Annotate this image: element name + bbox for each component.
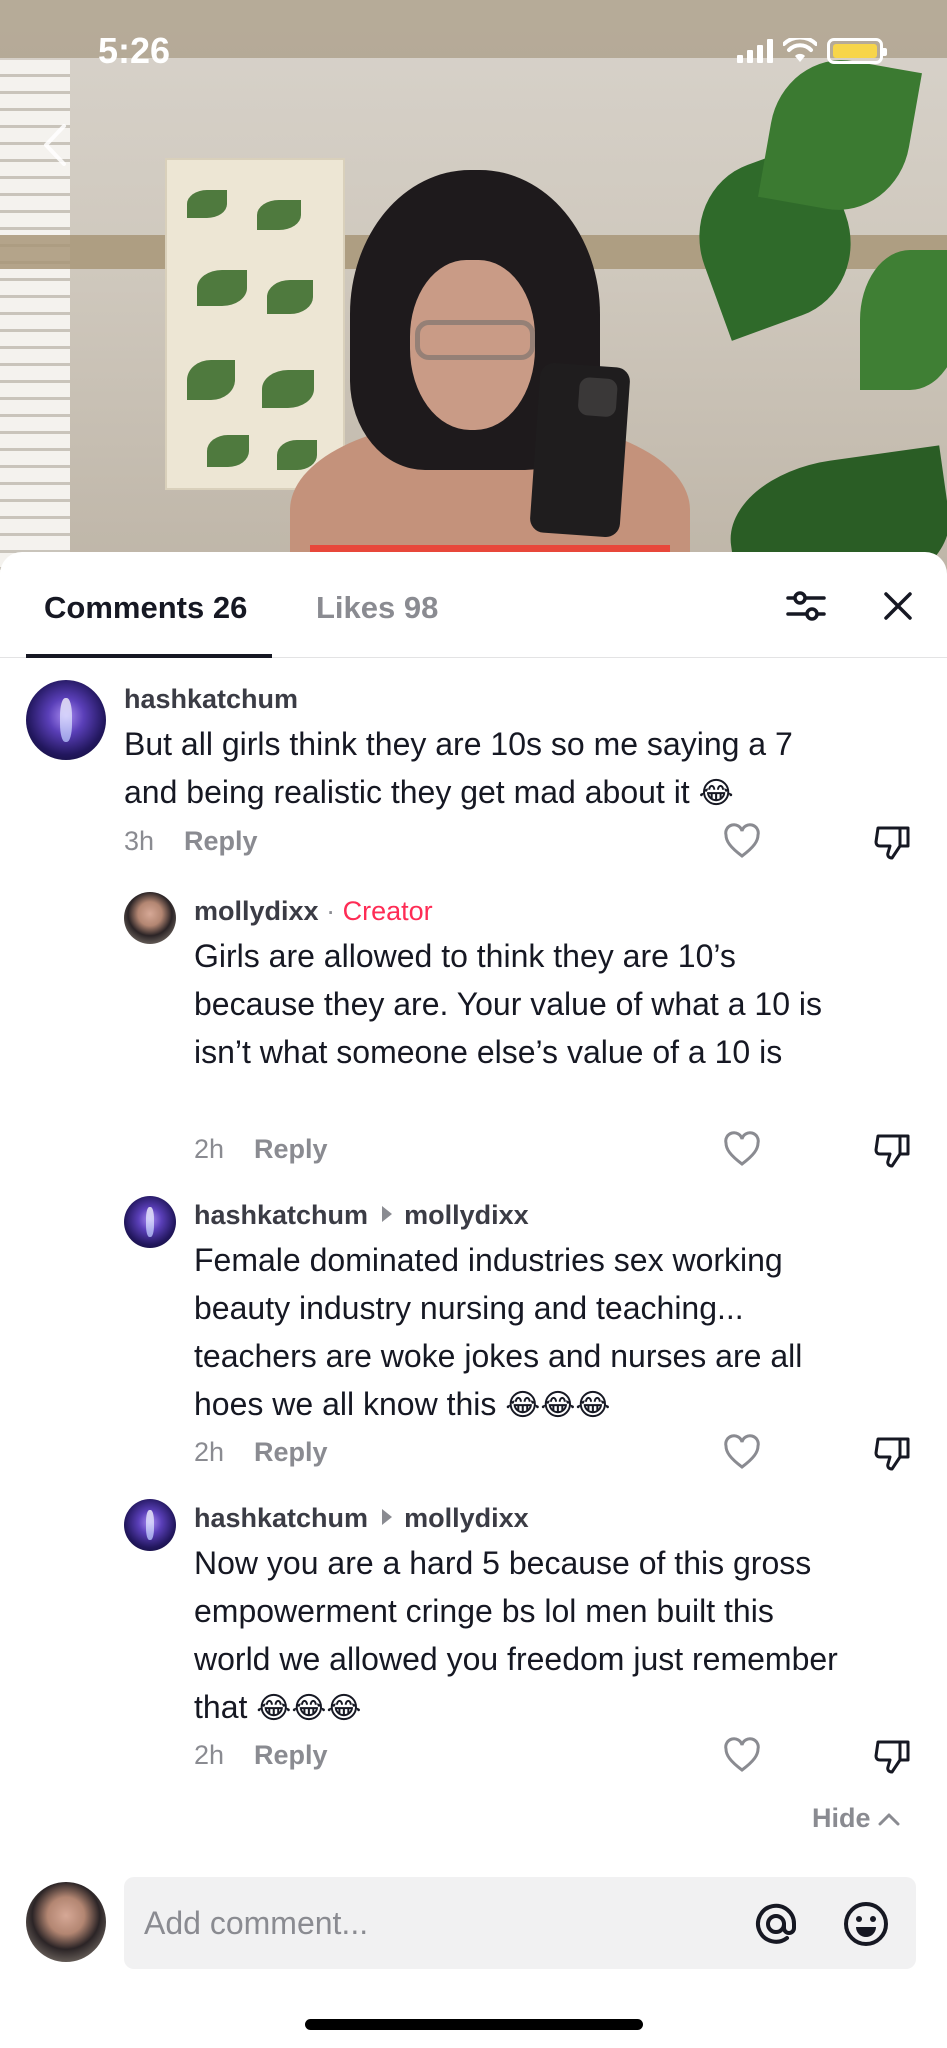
tab-likes-count: 98: [403, 590, 439, 625]
chevron-up-icon: [878, 1813, 900, 1825]
close-icon[interactable]: [874, 582, 922, 630]
tab-likes[interactable]: Likes 98: [316, 590, 438, 626]
reply-button[interactable]: Reply: [254, 1437, 328, 1467]
comment-input-placeholder: Add comment...: [144, 1905, 369, 1941]
reply-button[interactable]: Reply: [184, 826, 258, 856]
at-icon[interactable]: [751, 1899, 801, 1949]
tab-comments-label: Comments: [44, 590, 205, 625]
reply-emoji: 😂😂😂: [256, 1692, 362, 1725]
reply-text: Now you are a hard 5 because of this gro…: [194, 1539, 854, 1733]
video-preview[interactable]: 5:26: [0, 0, 947, 600]
comment-input[interactable]: Add comment...: [124, 1877, 916, 1969]
reply-username-text: mollydixx: [194, 896, 319, 926]
reply-text: Girls are allowed to think they are 10’s…: [194, 938, 822, 1070]
battery-icon: [827, 38, 887, 64]
reply-time: 2h: [194, 1134, 225, 1164]
reply-username[interactable]: hashkatchum mollydixx: [194, 1503, 529, 1534]
dislike-icon[interactable]: [872, 1433, 912, 1473]
comment-text: But all girls think they are 10s so me s…: [124, 720, 844, 818]
reply-button[interactable]: Reply: [254, 1740, 328, 1770]
comment-time: 3h: [124, 826, 155, 856]
reply-arrow-icon: [382, 1206, 393, 1222]
tab-bar: Comments 26 Likes 98: [0, 552, 947, 658]
creator-badge: Creator: [342, 896, 433, 926]
back-icon[interactable]: [36, 120, 76, 170]
active-tab-indicator: [26, 654, 272, 658]
heart-icon[interactable]: [722, 1736, 762, 1776]
heart-icon[interactable]: [722, 1433, 762, 1473]
reply-meta: 2h Reply: [194, 1437, 328, 1468]
avatar: [26, 1882, 106, 1962]
comment-username[interactable]: hashkatchum: [124, 684, 298, 715]
reply-button[interactable]: Reply: [254, 1134, 328, 1164]
comment-composer: Add comment...: [0, 1868, 947, 1978]
heart-icon[interactable]: [722, 1130, 762, 1170]
plant-leaf: [860, 250, 947, 390]
avatar[interactable]: [124, 1196, 176, 1248]
emoji-icon[interactable]: [841, 1899, 891, 1949]
status-time: 5:26: [98, 30, 171, 71]
dislike-icon[interactable]: [872, 822, 912, 862]
comment-text-body: But all girls think they are 10s so me s…: [124, 726, 793, 810]
filter-icon[interactable]: [782, 582, 830, 630]
hide-label: Hide: [812, 1803, 871, 1833]
status-icons: [737, 38, 887, 64]
signal-icon: [737, 39, 773, 63]
reply-emoji: 😂😂😂: [505, 1389, 611, 1422]
heart-icon[interactable]: [722, 822, 762, 862]
badge-separator: ·: [326, 896, 336, 926]
reply-meta: 2h Reply: [194, 1740, 328, 1771]
reply-username[interactable]: hashkatchum mollydixx: [194, 1200, 529, 1231]
dislike-icon[interactable]: [872, 1130, 912, 1170]
reply-meta: 2h Reply: [194, 1134, 328, 1165]
reply-username-text: hashkatchum: [194, 1200, 369, 1230]
avatar[interactable]: [26, 680, 106, 760]
wifi-icon: [783, 38, 817, 62]
tab-comments[interactable]: Comments 26: [44, 590, 247, 626]
reply-time: 2h: [194, 1740, 225, 1770]
avatar[interactable]: [124, 1499, 176, 1551]
reply-to-username[interactable]: mollydixx: [404, 1503, 529, 1533]
dislike-icon[interactable]: [872, 1736, 912, 1776]
comment-emoji: 😂: [698, 777, 734, 810]
avatar[interactable]: [124, 892, 176, 944]
reply-text: Female dominated industries sex working …: [194, 1236, 854, 1430]
reply-time: 2h: [194, 1437, 225, 1467]
person-selfie: [290, 170, 690, 600]
tab-comments-count: 26: [212, 590, 248, 625]
reply-username-text: hashkatchum: [194, 1503, 369, 1533]
reply-to-username[interactable]: mollydixx: [404, 1200, 529, 1230]
comment-meta: 3h Reply: [124, 826, 258, 857]
reply-text-body: Female dominated industries sex working …: [194, 1242, 803, 1422]
home-indicator[interactable]: [305, 2019, 643, 2030]
reply-username[interactable]: mollydixx · Creator: [194, 896, 433, 927]
plant-leaf: [758, 48, 922, 222]
hide-replies-button[interactable]: Hide: [812, 1803, 901, 1834]
tab-likes-label: Likes: [316, 590, 396, 625]
phone-in-hand: [529, 362, 631, 538]
reply-arrow-icon: [382, 1509, 393, 1525]
